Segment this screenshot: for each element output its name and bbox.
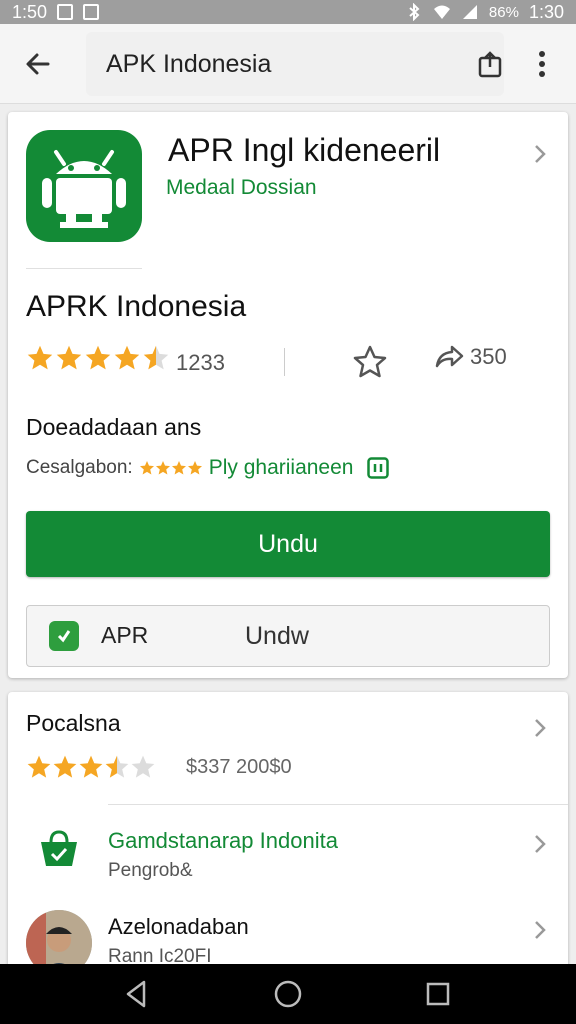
file-icon	[83, 4, 100, 20]
related-card: Pocalsna $337 200$0 Gamdstanarap Indonit…	[8, 692, 568, 992]
list-item-title: Gamdstanarap Indonita	[108, 828, 338, 853]
apk-icon	[49, 621, 79, 651]
star-icon	[139, 461, 154, 475]
related-title: Pocalsna	[26, 710, 121, 736]
related-count: $337 200$0	[186, 756, 292, 778]
more-options-button[interactable]	[522, 44, 562, 84]
status-bar: 1:50 86% 1:30	[0, 0, 576, 24]
signal-icon	[462, 5, 477, 19]
app-name: APRK Indonesia	[26, 290, 247, 323]
share-button[interactable]	[470, 44, 510, 84]
rating-stars	[26, 344, 170, 372]
secondary-apk-label: APR	[101, 622, 149, 648]
star-icon	[79, 755, 103, 778]
app-icon	[26, 130, 142, 242]
rating-divider	[284, 348, 285, 376]
list-item-subtitle: Pengrob&	[108, 860, 193, 881]
more-vert-icon	[539, 51, 545, 77]
chevron-right-icon[interactable]	[528, 142, 552, 166]
status-time-left: 1:50	[12, 1, 48, 22]
star-icon	[155, 461, 170, 475]
bluetooth-icon	[409, 3, 420, 21]
install-button-label: Undu	[258, 529, 318, 558]
share-forward-icon	[435, 345, 464, 368]
status-left: 1:50	[12, 1, 100, 23]
star-icon	[85, 345, 111, 370]
shopping-bag-icon	[41, 830, 77, 866]
divider	[108, 804, 568, 805]
list-item[interactable]: Gamdstanarap Indonita Pengrob&	[8, 818, 568, 898]
android-robot-icon	[42, 150, 126, 228]
check-icon	[57, 630, 71, 643]
battery-percent: 86%	[488, 3, 519, 21]
back-button[interactable]	[14, 40, 62, 88]
list-item-title: Azelonadaban	[108, 914, 249, 939]
share-icon	[478, 51, 502, 78]
navigation-bar	[0, 964, 576, 1024]
chevron-right-icon	[535, 921, 546, 939]
wishlist-star-icon[interactable]	[352, 344, 388, 380]
star-icon	[105, 755, 129, 778]
chevron-right-icon	[535, 835, 546, 853]
app-bar: APK Indonesia	[0, 24, 576, 104]
status-right: 86% 1:30	[405, 2, 564, 23]
developer-link[interactable]: Medaal Dossian	[166, 176, 317, 200]
star-icon	[143, 345, 169, 370]
star-icon	[53, 755, 77, 778]
secondary-download-button[interactable]: APR Undw	[26, 605, 550, 667]
back-arrow-icon	[26, 53, 50, 74]
badge-icon	[367, 457, 390, 479]
app-details-card: APR Ingl kideneeril Medaal Dossian APRK …	[8, 112, 568, 678]
details-subline: Cesalgabon: Ply ghariianeen	[26, 456, 390, 480]
star-icon	[27, 755, 51, 778]
install-button[interactable]: Undu	[26, 511, 550, 577]
share-count-button[interactable]: 350	[434, 344, 507, 370]
nav-home-icon[interactable]	[270, 976, 306, 1012]
mini-rating-stars	[139, 460, 203, 476]
details-sub-label: Cesalgabon:	[26, 457, 133, 478]
details-title: Doeadadaan ans	[26, 414, 202, 440]
star-icon	[114, 345, 140, 370]
star-icon	[27, 345, 53, 370]
share-count: 350	[470, 344, 507, 369]
star-icon	[131, 755, 155, 778]
search-bar[interactable]: APK Indonesia	[86, 32, 504, 96]
rating-count: 1233	[176, 350, 225, 375]
star-icon	[56, 345, 82, 370]
search-text: APK Indonesia	[106, 49, 272, 78]
rating-row: 1233 350	[26, 344, 546, 384]
wifi-icon	[433, 5, 450, 19]
details-sub-link[interactable]: Ply ghariianeen	[209, 456, 354, 480]
nav-recents-icon[interactable]	[420, 976, 456, 1012]
status-time-right: 1:30	[528, 1, 564, 22]
secondary-action-label: Undw	[245, 622, 309, 650]
divider	[26, 268, 142, 269]
star-icon	[187, 461, 202, 475]
nav-back-icon[interactable]	[118, 976, 154, 1012]
chevron-right-icon[interactable]	[528, 716, 552, 740]
app-title: APR Ingl kideneeril	[168, 132, 441, 168]
star-icon	[171, 461, 186, 475]
notification-icon	[57, 4, 74, 20]
related-rating-stars	[26, 754, 156, 780]
